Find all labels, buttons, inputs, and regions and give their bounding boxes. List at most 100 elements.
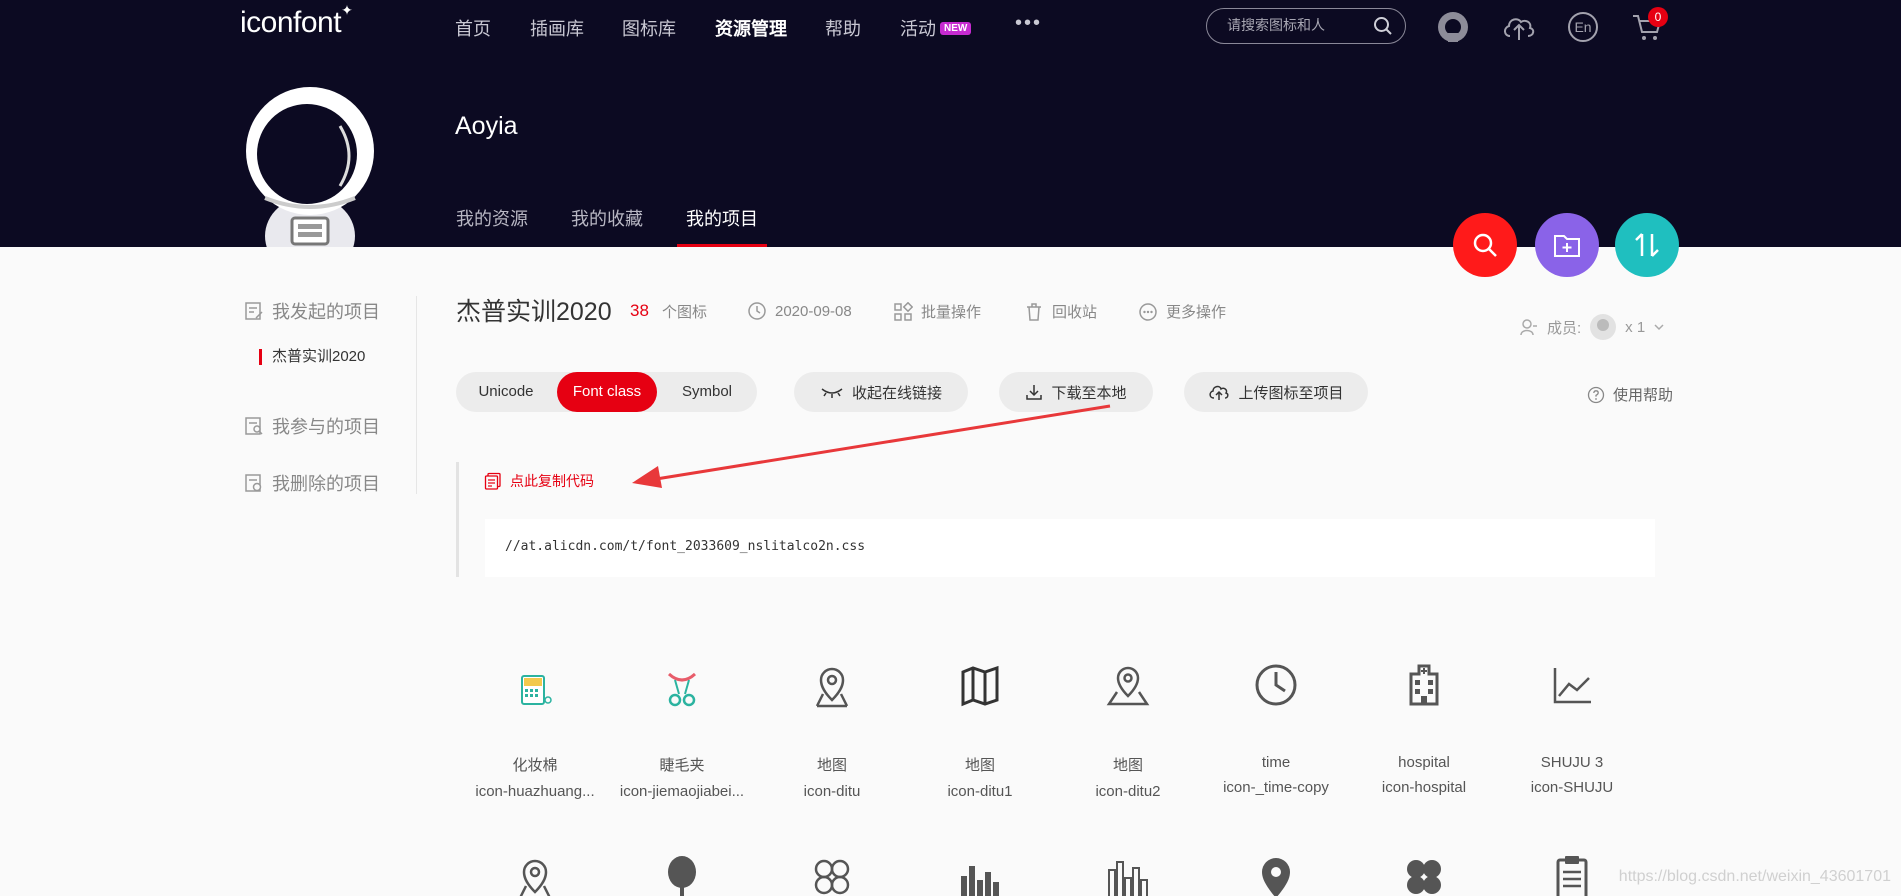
search-icon bbox=[1473, 233, 1497, 257]
cotton-pad-icon bbox=[465, 650, 605, 720]
project-list-icon bbox=[245, 302, 263, 320]
nav-illustrations[interactable]: 插画库 bbox=[530, 15, 584, 41]
icon-class-code: icon-jiemaojiabei... bbox=[619, 783, 745, 800]
members-info[interactable]: 成员: x 1 bbox=[1519, 313, 1665, 341]
icon-card[interactable] bbox=[1206, 852, 1346, 896]
project-title: 杰普实训2020 bbox=[456, 298, 612, 326]
icon-class-code: icon-huazhuang... bbox=[475, 783, 595, 800]
tab-my-projects[interactable]: 我的项目 bbox=[686, 205, 758, 231]
sidebar-my-projects[interactable]: 我发起的项目 bbox=[244, 298, 380, 324]
language-toggle[interactable]: En bbox=[1563, 8, 1603, 46]
css-link-code[interactable]: //at.alicdn.com/t/font_2033609_nslitalco… bbox=[485, 519, 1655, 577]
icon-card[interactable]: 地图 icon-ditu1 bbox=[910, 650, 1050, 800]
more-dots-icon bbox=[1139, 302, 1157, 321]
sidebar-deleted-projects[interactable]: 我删除的项目 bbox=[244, 470, 380, 496]
project-trash-icon bbox=[245, 474, 262, 492]
avatar[interactable] bbox=[240, 86, 380, 276]
upload-cloud-icon bbox=[1209, 385, 1230, 400]
bar-chart-icon bbox=[910, 852, 1050, 896]
clover-filled-icon bbox=[1354, 852, 1494, 896]
members-icon bbox=[1520, 319, 1537, 336]
usage-help-label: 使用帮助 bbox=[1613, 387, 1674, 404]
new-badge: NEW bbox=[940, 21, 972, 35]
recycle-bin-button[interactable]: 回收站 bbox=[1024, 301, 1097, 322]
sort-icon bbox=[1635, 233, 1659, 257]
search-icon[interactable] bbox=[1373, 16, 1393, 41]
icon-card[interactable]: 化妆棉 icon-huazhuang... bbox=[465, 650, 605, 800]
batch-operation-button[interactable]: 批量操作 bbox=[893, 301, 981, 322]
icon-name: 睫毛夹 bbox=[659, 757, 705, 774]
icon-card[interactable] bbox=[1354, 852, 1494, 896]
icon-name: SHUJU 3 bbox=[1540, 754, 1604, 771]
sidebar-current-project[interactable]: 杰普实训2020 bbox=[259, 349, 365, 365]
icon-card[interactable]: hospital icon-hospital bbox=[1354, 650, 1494, 796]
nav-home[interactable]: 首页 bbox=[455, 15, 491, 41]
icon-count-unit: 个图标 bbox=[662, 304, 708, 321]
add-folder-fab-button[interactable] bbox=[1535, 213, 1599, 277]
github-icon[interactable] bbox=[1433, 8, 1473, 46]
help-icon bbox=[1587, 386, 1605, 403]
format-unicode-tab[interactable]: Unicode bbox=[456, 372, 556, 412]
icon-card[interactable] bbox=[612, 852, 752, 896]
icon-class-code: icon-hospital bbox=[1381, 779, 1467, 796]
icon-card[interactable]: time icon-_time-copy bbox=[1206, 650, 1346, 796]
map-pin-icon bbox=[762, 650, 902, 720]
more-menu-button[interactable]: ••• bbox=[1015, 12, 1042, 35]
icon-card[interactable] bbox=[465, 852, 605, 896]
more-operations-button[interactable]: 更多操作 bbox=[1138, 301, 1226, 322]
batch-operation-label: 批量操作 bbox=[921, 304, 982, 321]
clover-outline-icon bbox=[762, 852, 902, 896]
copy-code-link[interactable]: 点此复制代码 bbox=[484, 471, 594, 491]
sidebar-joined-projects[interactable]: 我参与的项目 bbox=[244, 413, 380, 439]
nav-icon-library[interactable]: 图标库 bbox=[622, 15, 676, 41]
iconfont-logo[interactable]: iconfont✦ bbox=[240, 2, 353, 40]
eyelash-curler-icon bbox=[612, 650, 752, 720]
icon-class-code: icon-ditu bbox=[803, 783, 861, 800]
search-fab-button[interactable] bbox=[1453, 213, 1517, 277]
nav-resource-management[interactable]: 资源管理 bbox=[715, 15, 787, 41]
icon-class-code: icon-SHUJU bbox=[1530, 779, 1614, 796]
icon-name: time bbox=[1261, 754, 1291, 771]
nav-help[interactable]: 帮助 bbox=[825, 15, 861, 41]
icon-card[interactable] bbox=[910, 852, 1050, 896]
upload-icons-label: 上传图标至项目 bbox=[1238, 384, 1344, 402]
sort-fab-button[interactable] bbox=[1615, 213, 1679, 277]
icon-card[interactable] bbox=[762, 852, 902, 896]
icon-card[interactable]: 地图 icon-ditu bbox=[762, 650, 902, 800]
members-label: 成员: bbox=[1547, 319, 1582, 337]
more-operations-label: 更多操作 bbox=[1166, 304, 1227, 321]
search-box[interactable] bbox=[1206, 8, 1406, 44]
member-avatar-icon bbox=[1590, 314, 1617, 340]
upload-cloud-icon[interactable] bbox=[1499, 8, 1539, 46]
usage-help-link[interactable]: 使用帮助 bbox=[1587, 384, 1673, 405]
upload-icons-button[interactable]: 上传图标至项目 bbox=[1184, 372, 1368, 412]
tab-my-favorites[interactable]: 我的收藏 bbox=[571, 205, 643, 231]
icon-card[interactable]: 睫毛夹 icon-jiemaojiabei... bbox=[612, 650, 752, 800]
pin-icon bbox=[612, 852, 752, 896]
watermark: https://blog.csdn.net/weixin_43601701 bbox=[1618, 868, 1891, 885]
icon-card[interactable]: 地图 icon-ditu2 bbox=[1058, 650, 1198, 800]
icon-card[interactable]: SHUJU 3 icon-SHUJU bbox=[1502, 650, 1642, 796]
sidebar-divider bbox=[416, 296, 417, 494]
icon-name: 地图 bbox=[1112, 757, 1143, 774]
sidebar-my-projects-label: 我发起的项目 bbox=[272, 302, 380, 322]
icon-class-code: icon-ditu2 bbox=[1095, 783, 1161, 800]
language-icon: En bbox=[1568, 12, 1598, 42]
members-count: x 1 bbox=[1625, 318, 1646, 336]
icon-class-code: icon-_time-copy bbox=[1223, 779, 1329, 796]
copy-icon bbox=[484, 472, 501, 490]
tab-my-resources[interactable]: 我的资源 bbox=[456, 205, 528, 231]
icon-class-code: icon-ditu1 bbox=[947, 783, 1013, 800]
clock-icon bbox=[1206, 650, 1346, 720]
icon-count: 38 bbox=[630, 301, 649, 320]
hospital-icon bbox=[1354, 650, 1494, 720]
nav-events[interactable]: 活动 NEW bbox=[900, 15, 972, 41]
sidebar-deleted-projects-label: 我删除的项目 bbox=[272, 474, 380, 494]
icon-name: 地图 bbox=[964, 757, 995, 774]
icon-card[interactable] bbox=[1058, 852, 1198, 896]
icon-name: hospital bbox=[1398, 754, 1450, 771]
sidebar-joined-projects-label: 我参与的项目 bbox=[272, 417, 380, 437]
marker-icon bbox=[1206, 852, 1346, 896]
project-date: 2020-09-08 bbox=[747, 301, 852, 321]
search-input[interactable] bbox=[1227, 17, 1367, 33]
